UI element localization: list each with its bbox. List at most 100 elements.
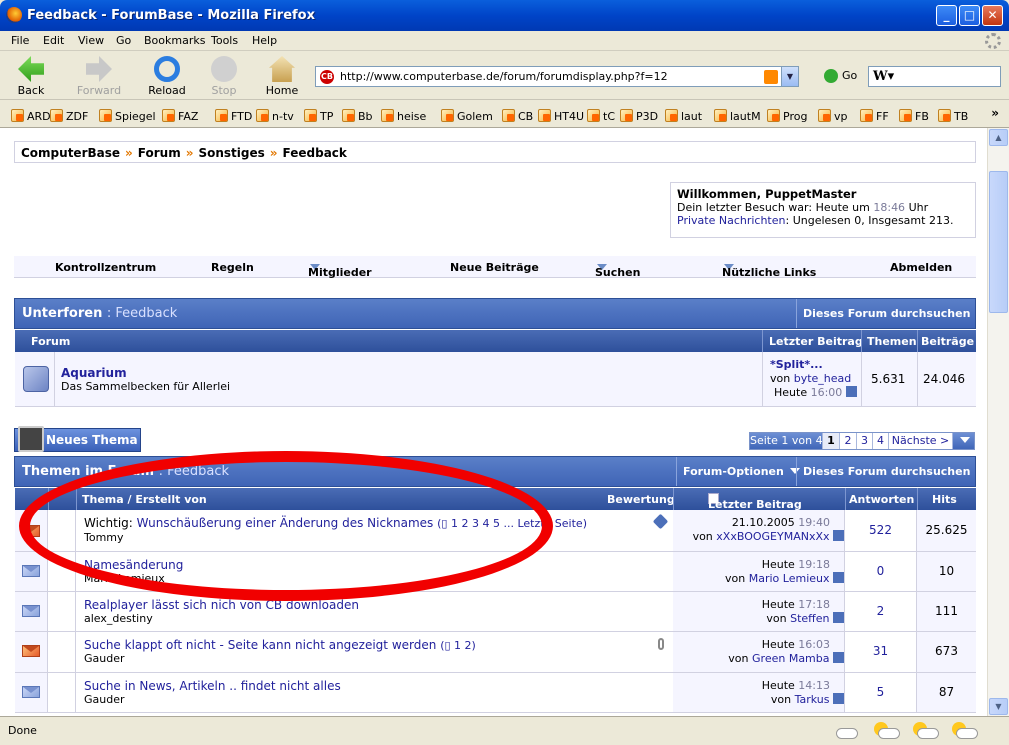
subforum-name[interactable]: Aquarium bbox=[61, 366, 127, 380]
menu-bookmarks[interactable]: Bookmarks bbox=[144, 34, 205, 47]
thread-search-button[interactable]: Dieses Forum durchsuchen bbox=[796, 457, 987, 486]
bookmark-faz[interactable]: FAZ bbox=[162, 109, 198, 123]
thread-author[interactable]: Tommy bbox=[84, 531, 124, 544]
thread-row[interactable]: Suche klappt oft nicht - Seite kann nich… bbox=[15, 632, 976, 673]
bookmark-zdf[interactable]: ZDF bbox=[50, 109, 88, 123]
page-jump-button[interactable] bbox=[953, 433, 974, 449]
back-button[interactable]: Back bbox=[4, 56, 58, 97]
page-4[interactable]: 4 bbox=[873, 433, 889, 449]
thread-author[interactable]: Mario Lemieux bbox=[84, 572, 165, 585]
bookmarks-overflow-button[interactable]: » bbox=[991, 106, 999, 120]
last-post-author[interactable]: Steffen bbox=[790, 612, 829, 625]
col-hits[interactable]: Hits bbox=[932, 493, 957, 506]
bookmark-fb[interactable]: FB bbox=[899, 109, 929, 123]
search-box[interactable]: W▾ bbox=[868, 66, 1001, 87]
bookmark-prog[interactable]: Prog bbox=[767, 109, 807, 123]
bookmark-heise[interactable]: heise bbox=[381, 109, 426, 123]
thread-author[interactable]: Gauder bbox=[84, 693, 125, 706]
goto-last-post-icon[interactable] bbox=[833, 612, 844, 623]
reload-button[interactable]: Reload bbox=[140, 56, 194, 97]
thread-page-links[interactable]: (▯ 1 2 3 4 5 ... Letzte Seite) bbox=[437, 517, 587, 530]
thread-reply-count[interactable]: 5 bbox=[845, 685, 916, 699]
goto-last-post-icon[interactable] bbox=[833, 530, 844, 541]
bookmark-cb[interactable]: CB bbox=[502, 109, 533, 123]
bookmark-vp[interactable]: vp bbox=[818, 109, 848, 123]
new-topic-button[interactable]: Neues Thema bbox=[14, 426, 141, 452]
breadcrumb-computerbase[interactable]: ComputerBase bbox=[21, 146, 120, 160]
thread-title-link[interactable]: Wunschäußerung einer Änderung des Nickna… bbox=[137, 516, 434, 530]
col-last-post[interactable]: Letzter Beitrag bbox=[708, 493, 802, 511]
goto-last-post-icon[interactable] bbox=[833, 693, 844, 704]
forward-button[interactable]: Forward bbox=[72, 56, 126, 97]
nav-abmelden[interactable]: Abmelden bbox=[890, 261, 952, 274]
thread-author[interactable]: Gauder bbox=[84, 652, 125, 665]
bookmark-lautm[interactable]: lautM bbox=[714, 109, 761, 123]
scroll-down-icon[interactable]: ▼ bbox=[989, 698, 1008, 715]
rss-feed-icon[interactable] bbox=[764, 70, 778, 84]
bookmark-ftd[interactable]: FTD bbox=[215, 109, 252, 123]
bookmark-ht4u[interactable]: HT4U bbox=[538, 109, 584, 123]
nav-neue-beitraege[interactable]: Neue Beiträge bbox=[450, 261, 539, 274]
next-page-link[interactable]: Nächste > bbox=[889, 433, 953, 449]
subforum-last-post-title[interactable]: *Split*... bbox=[770, 358, 857, 372]
nav-mitglieder[interactable]: Mitglieder bbox=[308, 261, 372, 279]
subforum-last-post-author[interactable]: byte_head bbox=[794, 372, 852, 385]
nav-regeln[interactable]: Regeln bbox=[211, 261, 254, 274]
minimize-button[interactable]: _ bbox=[936, 5, 957, 26]
address-bar[interactable]: CB http://www.computerbase.de/forum/foru… bbox=[315, 66, 799, 87]
thread-reply-count[interactable]: 31 bbox=[845, 644, 916, 658]
thread-row[interactable]: Wichtig: Wunschäußerung einer Änderung d… bbox=[15, 510, 976, 552]
goto-last-post-icon[interactable] bbox=[845, 386, 857, 397]
private-messages-link[interactable]: Private Nachrichten bbox=[677, 214, 786, 227]
thread-title-link[interactable]: Suche in News, Artikeln .. findet nicht … bbox=[84, 679, 341, 693]
last-post-author[interactable]: xXxBOOGEYMANxXx bbox=[716, 530, 829, 543]
bookmark-n-tv[interactable]: n-tv bbox=[256, 109, 294, 123]
bookmark-tp[interactable]: TP bbox=[304, 109, 333, 123]
thread-author[interactable]: alex_destiny bbox=[84, 612, 153, 625]
nav-kontrollzentrum[interactable]: Kontrollzentrum bbox=[55, 261, 156, 274]
forum-options-button[interactable]: Forum-Optionen bbox=[676, 457, 800, 486]
bookmark-golem[interactable]: Golem bbox=[441, 109, 493, 123]
thread-row[interactable]: Realplayer lässt sich nich von CB downlo… bbox=[15, 592, 976, 632]
scroll-up-icon[interactable]: ▲ bbox=[989, 129, 1008, 146]
wikipedia-engine-icon[interactable]: W▾ bbox=[873, 69, 894, 84]
maximize-button[interactable]: □ bbox=[959, 5, 980, 26]
thread-reply-count[interactable]: 0 bbox=[845, 564, 916, 578]
last-post-author[interactable]: Green Mamba bbox=[752, 652, 829, 665]
nav-nuetzliche-links[interactable]: Nützliche Links bbox=[722, 261, 816, 279]
bookmark-bb[interactable]: Bb bbox=[342, 109, 373, 123]
col-rating[interactable]: Bewertung bbox=[607, 493, 675, 506]
menu-tools[interactable]: Tools bbox=[211, 34, 238, 47]
home-button[interactable]: Home bbox=[255, 56, 309, 97]
go-button[interactable]: Go bbox=[824, 69, 857, 83]
thread-title-link[interactable]: Suche klappt oft nicht - Seite kann nich… bbox=[84, 638, 436, 652]
bookmark-spiegel[interactable]: Spiegel bbox=[99, 109, 156, 123]
nav-suchen[interactable]: Suchen bbox=[595, 261, 640, 279]
bookmark-tc[interactable]: tC bbox=[587, 109, 615, 123]
thread-reply-count[interactable]: 522 bbox=[845, 523, 916, 537]
thread-title-link[interactable]: Realplayer lässt sich nich von CB downlo… bbox=[84, 598, 359, 612]
scroll-thumb[interactable] bbox=[989, 171, 1008, 313]
bookmark-p3d[interactable]: P3D bbox=[620, 109, 658, 123]
thread-title-link[interactable]: Namesänderung bbox=[84, 558, 183, 572]
col-replies[interactable]: Antworten bbox=[849, 493, 914, 506]
page-3[interactable]: 3 bbox=[857, 433, 873, 449]
breadcrumb-forum[interactable]: Forum bbox=[138, 146, 181, 160]
last-post-author[interactable]: Mario Lemieux bbox=[749, 572, 830, 585]
last-post-author[interactable]: Tarkus bbox=[795, 693, 830, 706]
menu-help[interactable]: Help bbox=[252, 34, 277, 47]
subforum-row[interactable]: Aquarium Das Sammelbecken für Allerlei *… bbox=[15, 352, 976, 407]
goto-last-post-icon[interactable] bbox=[833, 652, 844, 663]
thread-page-links[interactable]: (▯ 1 2) bbox=[440, 639, 476, 652]
col-topic[interactable]: Thema / Erstellt von bbox=[82, 493, 207, 506]
thread-row[interactable]: Namesänderung Mario Lemieux Heute 19:18 von… bbox=[15, 552, 976, 592]
thread-row[interactable]: Suche in News, Artikeln .. findet nicht … bbox=[15, 673, 976, 713]
vertical-scrollbar[interactable]: ▲ ▼ bbox=[987, 128, 1009, 716]
thread-reply-count[interactable]: 2 bbox=[845, 604, 916, 618]
subforum-search-button[interactable]: Dieses Forum durchsuchen bbox=[796, 299, 987, 328]
stop-button[interactable]: Stop bbox=[197, 56, 251, 97]
bookmark-ff[interactable]: FF bbox=[860, 109, 889, 123]
page-2[interactable]: 2 bbox=[840, 433, 857, 449]
bookmark-ard[interactable]: ARD bbox=[11, 109, 51, 123]
breadcrumb-sonstiges[interactable]: Sonstiges bbox=[198, 146, 264, 160]
